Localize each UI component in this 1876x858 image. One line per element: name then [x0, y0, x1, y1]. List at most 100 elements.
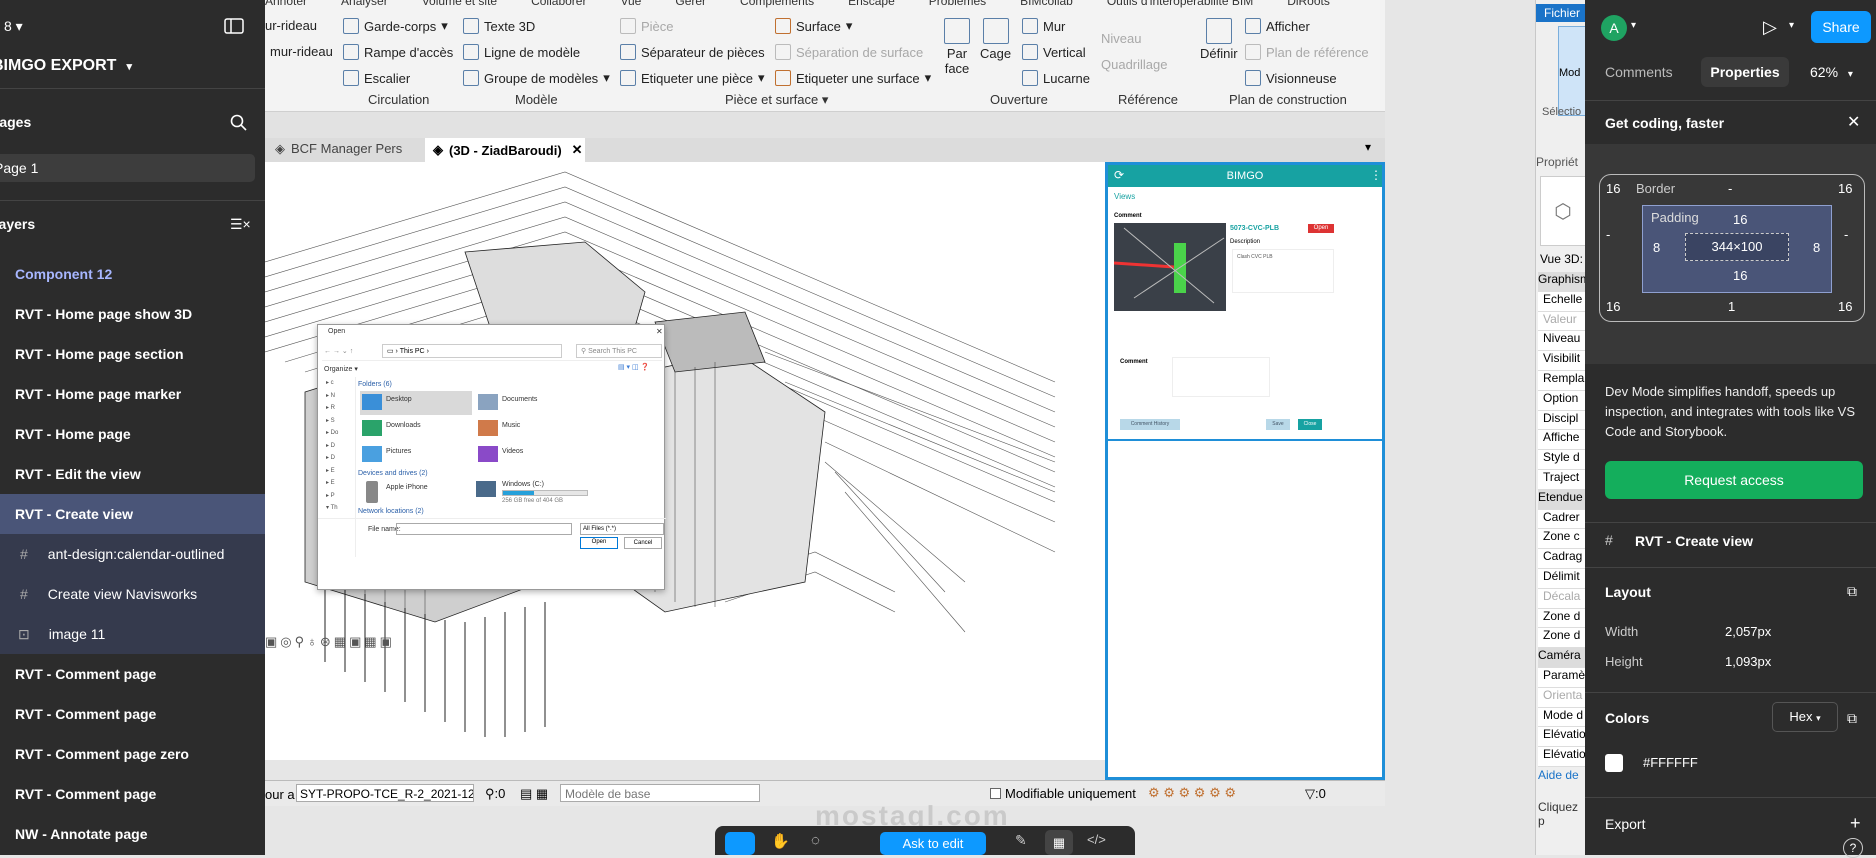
- add-icon[interactable]: +: [1850, 813, 1861, 834]
- property-row[interactable]: Echelle: [1538, 291, 1586, 312]
- property-row[interactable]: Mode d: [1538, 707, 1586, 728]
- project-title[interactable]: BIMGO EXPORT ▾: [0, 57, 132, 75]
- property-row[interactable]: Délimit: [1538, 568, 1586, 589]
- property-row[interactable]: Elévatio: [1538, 727, 1586, 748]
- status-icons[interactable]: ▤ ▦: [520, 786, 548, 802]
- property-row[interactable]: Etendue: [1538, 489, 1586, 510]
- editable-only-checkbox[interactable]: Modifiable uniquement: [990, 786, 1136, 801]
- property-row[interactable]: Option: [1538, 390, 1586, 411]
- help-link[interactable]: Aide de: [1538, 768, 1579, 782]
- color-format-select[interactable]: Hex ▾: [1772, 702, 1838, 732]
- property-row[interactable]: Graphism: [1538, 272, 1586, 292]
- property-row[interactable]: Caméra: [1538, 648, 1586, 668]
- menu-icon[interactable]: 8 ▾: [4, 18, 23, 35]
- zoom-select[interactable]: 62% ▾: [1810, 64, 1853, 80]
- ribbon-btn[interactable]: Séparation de surface: [775, 44, 923, 60]
- layer-item[interactable]: # ant-design:calendar-outlined: [0, 534, 265, 574]
- page-item[interactable]: Page 1: [0, 154, 255, 182]
- design-mode-icon[interactable]: ▦: [1045, 830, 1073, 855]
- selection-icons[interactable]: ⚙ ⚙ ⚙ ⚙ ⚙ ⚙: [1148, 785, 1236, 801]
- property-row[interactable]: Style d: [1538, 450, 1586, 470]
- play-icon[interactable]: ▷: [1763, 17, 1777, 38]
- ribbon-btn[interactable]: ur-rideau: [265, 18, 317, 33]
- folder-item[interactable]: Documents: [502, 396, 537, 403]
- property-row[interactable]: Zone d: [1538, 608, 1586, 629]
- set-workplane-button[interactable]: Définir: [1200, 18, 1238, 61]
- layer-item[interactable]: RVT - Comment page: [0, 774, 265, 814]
- avatar[interactable]: A: [1601, 15, 1627, 41]
- menu-item[interactable]: Vue: [620, 0, 641, 8]
- menu-item[interactable]: Annoter: [265, 0, 307, 8]
- copy-icon[interactable]: ⧉: [1847, 583, 1857, 600]
- folder-item[interactable]: Music: [502, 422, 520, 429]
- dev-mode-icon[interactable]: </>: [1087, 832, 1106, 847]
- tab-properties[interactable]: Properties: [1701, 57, 1789, 87]
- ribbon-btn[interactable]: mur-rideau: [270, 44, 333, 59]
- color-hex[interactable]: #FFFFFF: [1643, 755, 1698, 770]
- close-icon[interactable]: ✕: [572, 142, 583, 158]
- property-row[interactable]: Cadrer: [1538, 509, 1586, 530]
- layer-item-selected[interactable]: RVT - Create view: [0, 494, 265, 534]
- property-row[interactable]: Cadrag: [1538, 549, 1586, 569]
- ribbon-btn[interactable]: Garde-corps ▾: [343, 18, 448, 34]
- property-row[interactable]: Traject: [1538, 469, 1586, 490]
- property-row[interactable]: Rempla: [1538, 370, 1586, 391]
- layer-item[interactable]: RVT - Comment page: [0, 694, 265, 734]
- layer-item[interactable]: # Create view Navisworks: [0, 574, 265, 614]
- view-controls-icons[interactable]: ▣◎⚲♁⊛▦▣▦▣: [265, 634, 395, 650]
- property-row[interactable]: Orienta: [1538, 687, 1586, 708]
- property-row[interactable]: Niveau: [1538, 331, 1586, 352]
- close-icon[interactable]: ✕: [1847, 112, 1860, 132]
- menu-item[interactable]: Gérer: [675, 0, 706, 8]
- modify-button[interactable]: Mod: [1558, 26, 1586, 116]
- property-row[interactable]: Décala: [1538, 588, 1586, 609]
- copy-icon[interactable]: ⧉: [1847, 710, 1857, 727]
- property-row[interactable]: Zone c: [1538, 529, 1586, 550]
- address-bar[interactable]: ▭ › This PC ›: [382, 344, 562, 358]
- menu-item[interactable]: Analyser: [341, 0, 388, 8]
- refresh-icon[interactable]: ⟳: [1114, 168, 1124, 182]
- file-tab[interactable]: Fichier: [1536, 4, 1586, 22]
- 3d-viewport[interactable]: Open ✕ ← → ⌄ ↑ ▭ › This PC › ⚲ Search Th…: [265, 162, 1105, 760]
- ribbon-btn[interactable]: Escalier: [343, 70, 410, 86]
- chevron-down-icon[interactable]: ▾: [1631, 20, 1636, 31]
- color-swatch[interactable]: [1605, 754, 1623, 772]
- property-row[interactable]: Paramè: [1538, 667, 1586, 688]
- sidebar-toggle-icon[interactable]: [224, 18, 244, 34]
- device-item[interactable]: Windows (C:): [502, 481, 544, 488]
- menu-item[interactable]: Problèmes: [929, 0, 986, 8]
- menu-item[interactable]: Enscape: [848, 0, 895, 8]
- help-icon[interactable]: ?: [1843, 838, 1863, 858]
- ribbon-btn[interactable]: Surface ▾: [775, 18, 852, 34]
- ribbon-btn[interactable]: Séparateur de pièces: [620, 44, 765, 60]
- tab-comments[interactable]: Comments: [1605, 64, 1673, 80]
- folder-item[interactable]: Desktop: [386, 396, 412, 403]
- layer-item[interactable]: RVT - Comment page zero: [0, 734, 265, 774]
- move-tool-icon[interactable]: [725, 832, 755, 855]
- layer-item[interactable]: NW - Annotate page: [0, 814, 265, 854]
- property-row[interactable]: Visibilit: [1538, 351, 1586, 371]
- model-select[interactable]: SYT-PROPO-TCE_R-2_2021-12-17 (: [296, 784, 474, 802]
- ribbon-btn[interactable]: Afficher: [1245, 18, 1310, 34]
- layer-item[interactable]: RVT - Home page: [0, 414, 265, 454]
- width-value[interactable]: 2,057px: [1725, 624, 1771, 639]
- ribbon-btn[interactable]: Ligne de modèle: [463, 44, 580, 60]
- folder-item[interactable]: Videos: [502, 448, 523, 455]
- layer-item[interactable]: Component 12: [0, 254, 265, 294]
- device-item[interactable]: Apple iPhone: [386, 484, 428, 491]
- ribbon-btn[interactable]: Texte 3D: [463, 18, 535, 34]
- close-icon[interactable]: ✕: [656, 327, 663, 336]
- dialog-search-input[interactable]: ⚲ Search This PC: [576, 344, 662, 358]
- close-button[interactable]: Close: [1298, 419, 1322, 430]
- by-face-button[interactable]: Par face: [942, 18, 972, 76]
- design-option-select[interactable]: Modèle de base: [560, 784, 760, 802]
- property-row[interactable]: Discipl: [1538, 410, 1586, 431]
- ribbon-btn[interactable]: Niveau: [1101, 31, 1141, 46]
- layer-item[interactable]: ⊡ image 11: [0, 614, 265, 654]
- menu-item[interactable]: BIMcollab: [1020, 0, 1073, 8]
- nav-tree[interactable]: ▸ c ▸ N ▸ R ▸ S ▸ Do ▸ D ▸ D ▸ E ▸ E ▸ P ▾ Th: [322, 377, 356, 557]
- ribbon-btn[interactable]: Mur: [1022, 18, 1065, 34]
- organize-button[interactable]: Organize ▾: [324, 365, 358, 373]
- ribbon-btn[interactable]: Plan de référence: [1245, 44, 1369, 60]
- ribbon-btn[interactable]: Etiqueter une surface ▾: [775, 70, 931, 86]
